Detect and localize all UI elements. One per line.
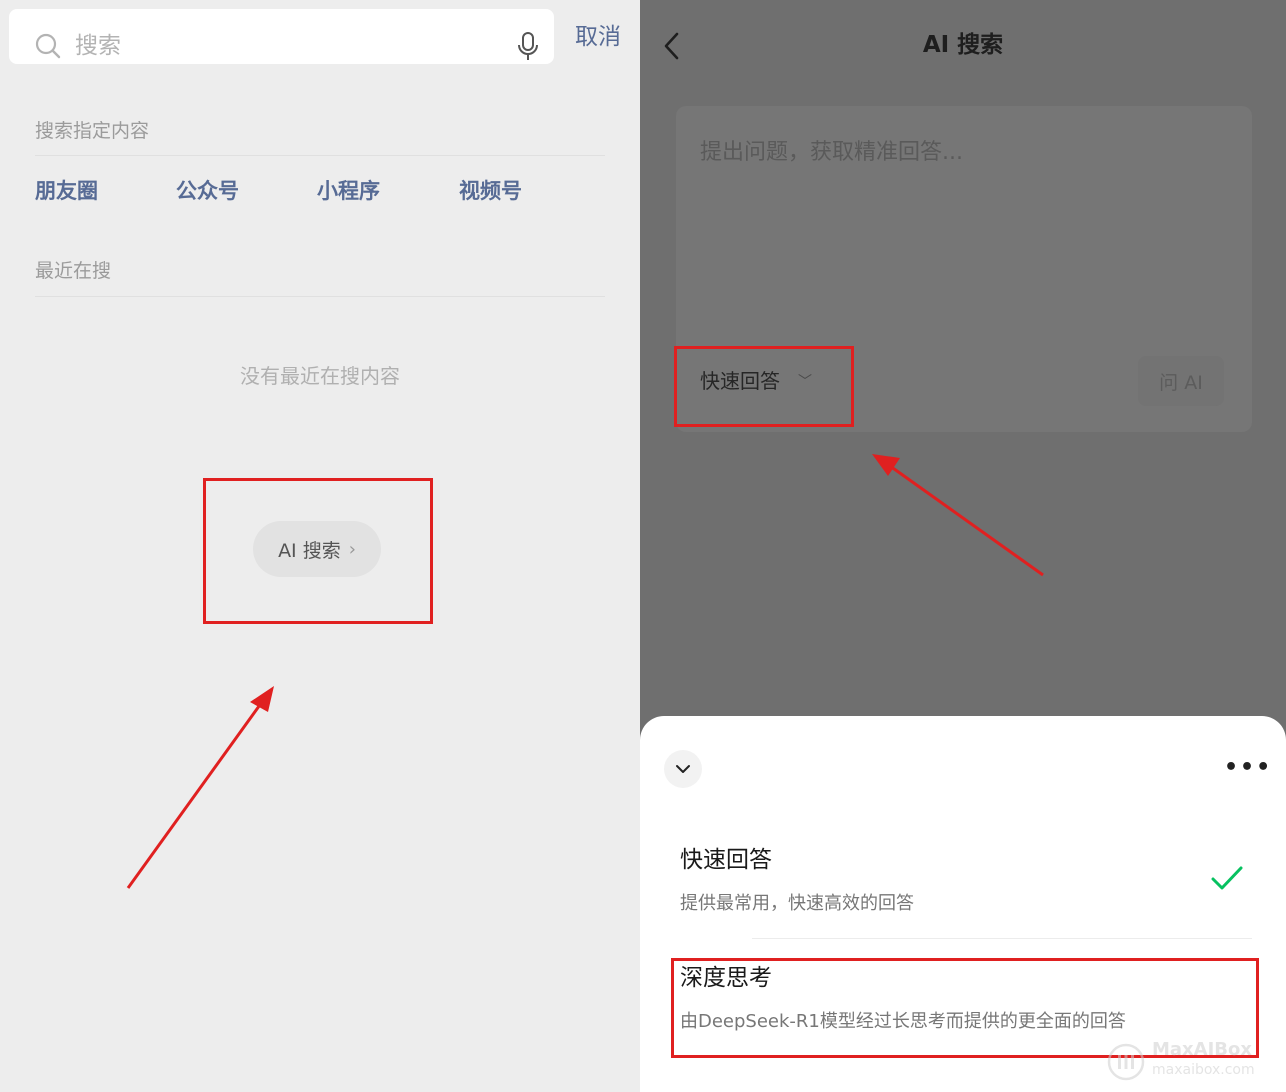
watermark-url: maxaibox.com (1152, 1062, 1255, 1078)
question-input[interactable]: 提出问题，获取精准回答... (700, 138, 963, 168)
option-title: 快速回答 (680, 847, 772, 873)
more-dots-icon[interactable]: ••• (1224, 756, 1272, 780)
section-title-recent: 最近在搜 (35, 260, 112, 282)
highlight-box-mode-dropdown (674, 346, 854, 427)
checkmark-icon (1211, 866, 1243, 890)
section-title-specific: 搜索指定内容 (35, 120, 150, 142)
category-channels[interactable]: 视频号 (459, 177, 522, 205)
category-official-accounts[interactable]: 公众号 (176, 177, 239, 205)
divider (752, 938, 1252, 939)
highlight-box-ai-search (203, 478, 433, 624)
cancel-button[interactable]: 取消 (575, 22, 621, 52)
category-mini-programs[interactable]: 小程序 (317, 177, 380, 205)
search-input[interactable]: 搜索 (75, 31, 121, 61)
option-description: 提供最常用，快速高效的回答 (680, 893, 914, 914)
microphone-icon[interactable] (517, 31, 539, 63)
divider (35, 296, 605, 297)
watermark-logo-icon (1107, 1043, 1145, 1081)
page-title: AI 搜索 (922, 32, 1004, 58)
category-moments[interactable]: 朋友圈 (35, 177, 98, 205)
chevron-down-icon (676, 765, 690, 773)
collapse-sheet-button[interactable] (664, 750, 702, 788)
right-screen-ai-search: AI 搜索 提出问题，获取精准回答... 快速回答 ﹀ 问 AI ••• 快速回答… (640, 0, 1286, 1092)
empty-recent-message: 没有最近在搜内容 (240, 364, 400, 388)
divider (35, 155, 605, 156)
search-icon (35, 33, 61, 59)
search-bar[interactable]: 搜索 (9, 9, 554, 64)
ask-ai-button[interactable]: 问 AI (1138, 356, 1224, 406)
watermark-name: MaxAIBox (1152, 1039, 1252, 1060)
